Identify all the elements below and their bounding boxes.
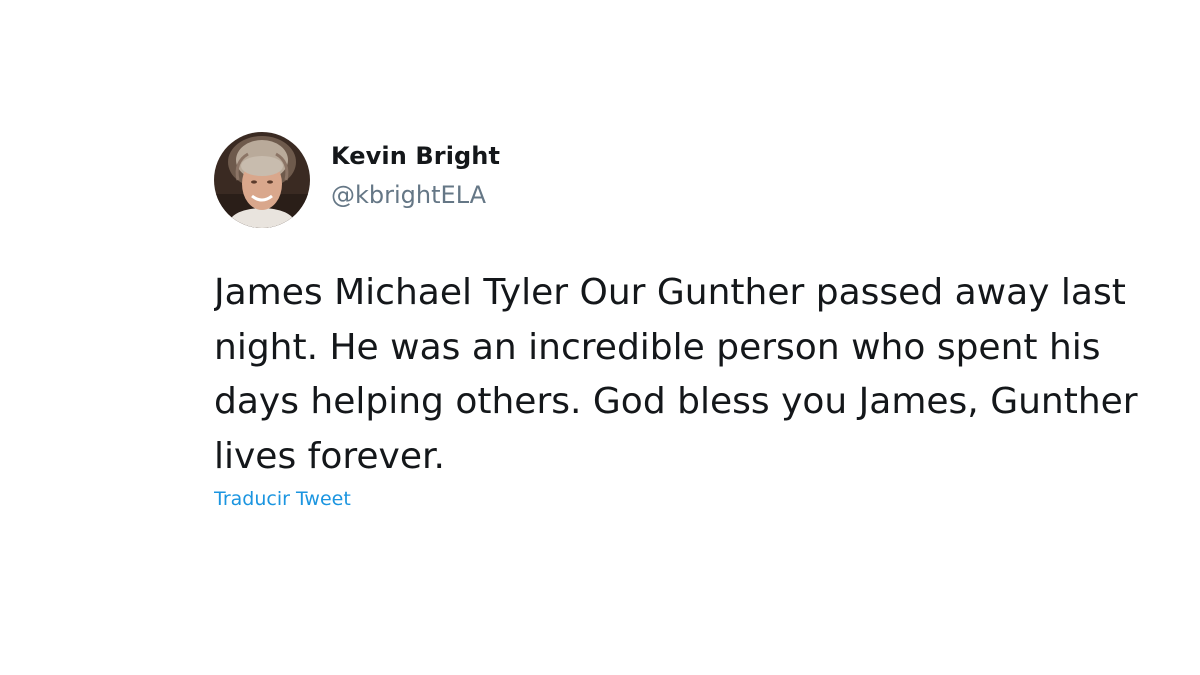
author-handle[interactable]: @kbrightELA [331, 180, 500, 210]
avatar[interactable] [214, 132, 310, 228]
tweet-text-line: lives forever. [214, 435, 445, 477]
avatar-photo [214, 132, 310, 228]
tweet-text-line: night. He was an incredible person who s… [214, 326, 1101, 368]
author-display-name[interactable]: Kevin Bright [331, 141, 500, 171]
tweet-text: James Michael Tyler Our Gunther passed a… [214, 266, 1138, 484]
tweet-text-line: days helping others. God bless you James… [214, 381, 1138, 422]
tweet-text-line: James Michael Tyler Our Gunther passed a… [214, 272, 1126, 313]
translate-tweet-link[interactable]: Traducir Tweet [214, 487, 351, 511]
author-names[interactable]: Kevin Bright @kbrightELA [331, 132, 500, 210]
tweet-header: Kevin Bright @kbrightELA [214, 132, 1200, 228]
tweet-card: Kevin Bright @kbrightELA James Michael T… [214, 132, 1200, 532]
